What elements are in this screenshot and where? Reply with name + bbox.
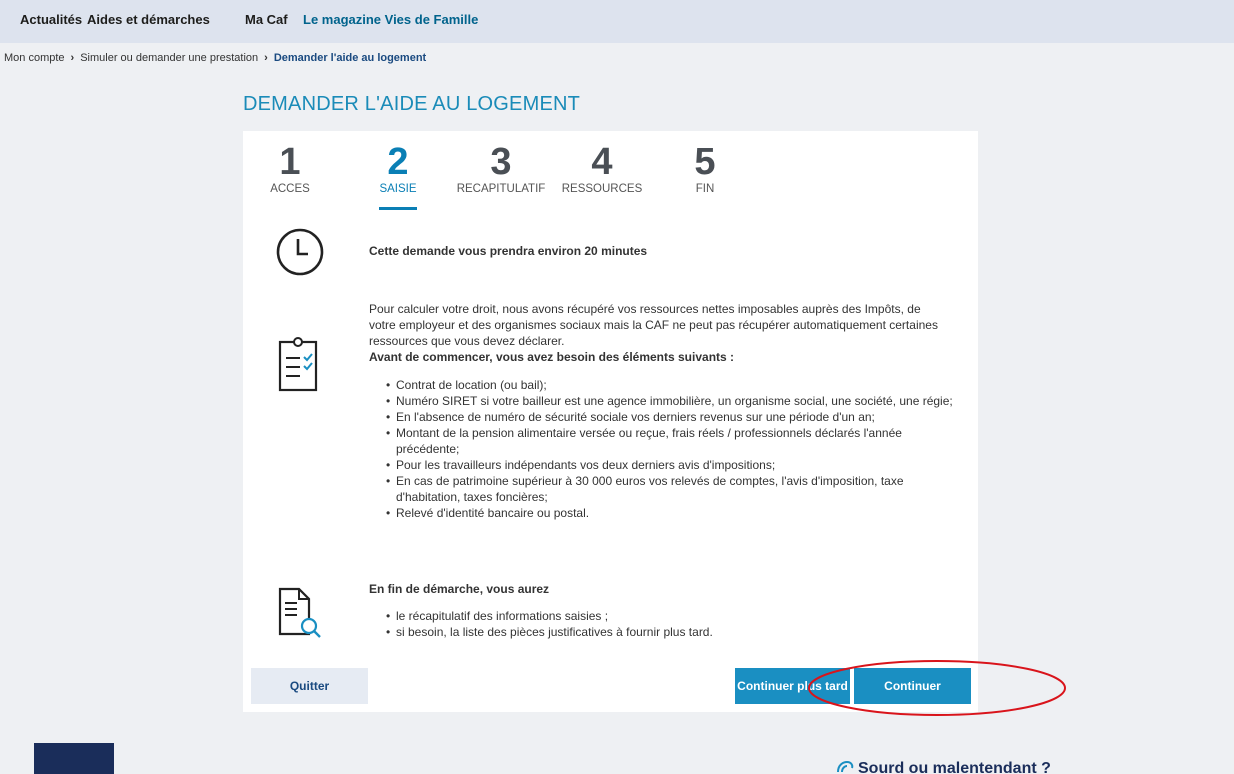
continue-button[interactable]: Continuer [854,668,971,704]
top-navigation: Actualités Aides et démarches Ma Caf Le … [0,0,1234,43]
form-card: 1 ACCES 2 SAISIE 3 RECAPITULATIF 4 RESSO… [243,131,978,712]
list-item: Montant de la pension alimentaire versée… [383,425,968,457]
step-label: RECAPITULATIF [456,183,546,195]
requirements-heading: Avant de commencer, vous avez besoin des… [369,350,735,364]
active-step-indicator [379,207,417,210]
page-title: DEMANDER L'AIDE AU LOGEMENT [243,93,581,115]
duration-text: Cette demande vous prendra environ 20 mi… [369,244,648,258]
breadcrumb-simuler[interactable]: Simuler ou demander une prestation [80,52,258,64]
step-number: 5 [694,141,716,183]
list-item: Contrat de location (ou bail); [383,377,968,393]
breadcrumb-separator: › [264,52,268,64]
nav-actualites[interactable]: Actualités [20,12,82,27]
nav-ma-caf[interactable]: Ma Caf [245,12,288,27]
step-saisie: 2 SAISIE [373,143,423,195]
step-number: 3 [490,141,512,183]
nav-aides-demarches[interactable]: Aides et démarches [87,12,210,27]
step-number: 2 [387,141,409,183]
step-number: 1 [279,141,301,183]
list-item: Numéro SIRET si votre bailleur est une a… [383,393,968,409]
breadcrumb-separator: › [70,52,75,64]
requirements-list: Contrat de location (ou bail); Numéro SI… [383,377,968,521]
step-ressources: 4 RESSOURCES [559,143,645,195]
breadcrumb-current: Demander l'aide au logement [273,52,427,64]
list-item: le récapitulatif des informations saisie… [383,608,968,624]
intro-line: ressources que vous devez déclarer. [369,334,565,348]
step-acces: 1 ACCES [265,143,315,195]
clock-icon [276,228,324,276]
continue-later-button[interactable]: Continuer plus tard [735,668,850,704]
clipboard-checklist-icon [278,337,318,392]
list-item: si besoin, la liste des pièces justifica… [383,624,968,640]
nav-magazine[interactable]: Le magazine Vies de Famille [303,12,478,27]
end-heading: En fin de démarche, vous aurez [369,582,550,596]
intro-line: Pour calculer votre droit, nous avons ré… [369,302,921,316]
end-list: le récapitulatif des informations saisie… [383,608,968,640]
step-label: SAISIE [379,183,417,195]
step-fin: 5 FIN [685,143,725,195]
list-item: Relevé d'identité bancaire ou postal. [383,505,968,521]
step-number: 4 [591,141,613,183]
step-recapitulatif: 3 RECAPITULATIF [451,143,551,195]
document-search-icon [278,587,321,638]
step-label: ACCES [270,183,310,195]
list-item: En cas de patrimoine supérieur à 30 000 … [383,473,968,505]
quit-button[interactable]: Quitter [251,668,368,704]
step-label: FIN [695,183,715,195]
deaf-help-link[interactable]: Sourd ou malentendant ? [858,760,1051,774]
breadcrumb: Mon compte › Simuler ou demander une prest… [4,52,426,64]
list-item: En l'absence de numéro de sécurité socia… [383,409,968,425]
footer-logo-block [34,743,114,774]
breadcrumb-mon-compte[interactable]: Mon compte [4,52,65,64]
intro-line: votre employeur et des organismes sociau… [369,318,938,332]
step-label: RESSOURCES [561,183,643,195]
ear-icon [837,760,854,773]
list-item: Pour les travailleurs indépendants vos d… [383,457,968,473]
